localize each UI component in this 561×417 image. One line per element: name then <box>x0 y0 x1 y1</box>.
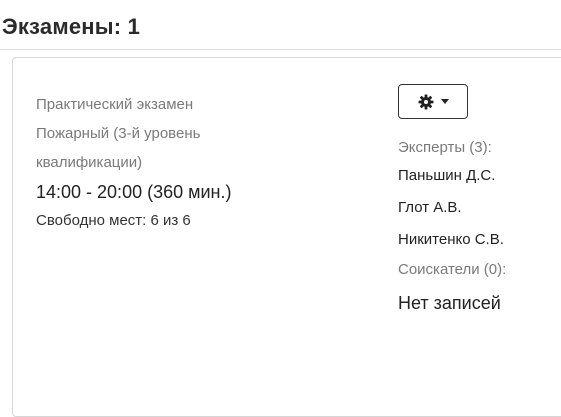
exam-people: Эксперты (3): Паньшин Д.С. Глот А.В. Ник… <box>398 136 558 316</box>
caret-down-icon <box>440 99 449 104</box>
exam-qualification: Пожарный (3-й уровень квалификации) <box>36 125 201 171</box>
expert-item: Паньшин Д.С. <box>398 167 496 184</box>
exam-seats: Свободно мест: 6 из 6 <box>36 212 191 229</box>
title-divider <box>0 49 561 50</box>
gear-icon <box>418 94 434 110</box>
exam-actions-dropdown-button[interactable] <box>398 84 468 119</box>
expert-item: Глот А.В. <box>398 199 462 216</box>
page-title: Экзамены: 1 <box>2 14 141 39</box>
experts-label: Эксперты (3): <box>398 139 492 156</box>
applicants-label: Соискатели (0): <box>398 261 507 278</box>
exam-type: Практический экзамен <box>36 96 194 113</box>
exam-time: 14:00 - 20:00 (360 мин.) <box>36 182 232 202</box>
applicants-empty-note: Нет записей <box>398 293 501 313</box>
exam-info: Практический экзамен Пожарный (3-й урове… <box>36 90 356 232</box>
